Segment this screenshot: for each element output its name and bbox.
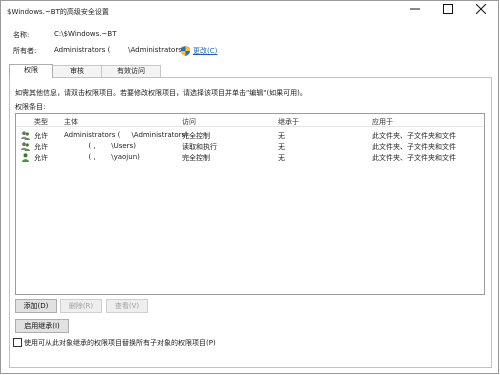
title-bar[interactable]: $Windows.~BT的高级安全设置 [1,1,498,23]
minimize-icon [410,8,420,10]
row-applies-to: 此文件夹、子文件夹和文件 [372,154,456,162]
shield-icon [181,46,190,56]
add-button[interactable]: 添加(D) [15,299,57,313]
group-icon [21,142,30,151]
row-access: 读取和执行 [182,143,217,151]
row-access: 完全控制 [182,154,210,162]
row-principal: Administrators ( \Administrators) [64,131,188,139]
replace-child-permissions-label[interactable]: 使用可从此对象继承的权限项目替换所有子对象的权限项目(P) [24,338,216,348]
group-icon [21,131,30,140]
advanced-security-settings-window: $Windows.~BT的高级安全设置 名称: C:\$Windows.~BT … [0,0,499,374]
row-access: 完全控制 [182,132,210,140]
table-row[interactable]: 允许 Administrators ( \Administrators) 完全控… [16,130,484,141]
user-icon [22,153,29,162]
remove-button[interactable]: 删除(R) [60,299,102,313]
row-principal: ( , \yaojun) [64,153,140,161]
table-row[interactable]: 允许 ( , \yaojun) 完全控制 无 此文件夹、子文件夹和文件 [16,152,484,163]
enable-inheritance-button[interactable]: 启用继承(I) [15,319,69,333]
view-button[interactable]: 查看(V) [106,299,148,313]
row-inherited-from: 无 [278,132,285,140]
change-link-text[interactable]: 更改(C) [193,46,217,56]
instruction-text: 如需其他信息，请双击权限项目。若要修改权限项目，请选择该项目并单击"编辑"(如果… [15,89,307,97]
tab-permissions[interactable]: 权限 [9,64,53,78]
name-value: C:\$Windows.~BT [54,30,117,38]
name-label: 名称: [13,31,30,39]
row-applies-to: 此文件夹、子文件夹和文件 [372,132,456,140]
close-button[interactable] [465,1,498,17]
tab-auditing[interactable]: 审核 [52,65,102,77]
table-row[interactable]: 允许 ( , \Users) 读取和执行 无 此文件夹、子文件夹和文件 [16,141,484,152]
row-inherited-from: 无 [278,154,285,162]
permission-entries-list[interactable]: 类型 主体 访问 继承于 应用于 允许 Administrators ( \Ad… [15,113,485,295]
replace-child-permissions-checkbox[interactable] [13,338,22,347]
window-title: $Windows.~BT的高级安全设置 [7,8,109,16]
row-principal: ( , \Users) [64,142,136,150]
row-type: 允许 [34,143,48,151]
row-type: 允许 [34,154,48,162]
maximize-icon [443,4,453,14]
permission-entries-label: 权限条目: [15,103,46,111]
row-type: 允许 [34,132,48,140]
permissions-panel: 如需其他信息，请双击权限项目。若要修改权限项目，请选择该项目并单击"编辑"(如果… [9,77,492,368]
owner-label: 所有者: [13,47,37,55]
row-applies-to: 此文件夹、子文件夹和文件 [372,143,456,151]
close-icon [476,4,486,14]
header-divider [16,126,484,127]
row-inherited-from: 无 [278,143,285,151]
minimize-button[interactable] [399,1,432,17]
maximize-button[interactable] [432,1,465,17]
tab-effective-access[interactable]: 有效访问 [101,65,161,77]
owner-value: Administrators ( \Administrators) [54,46,185,54]
